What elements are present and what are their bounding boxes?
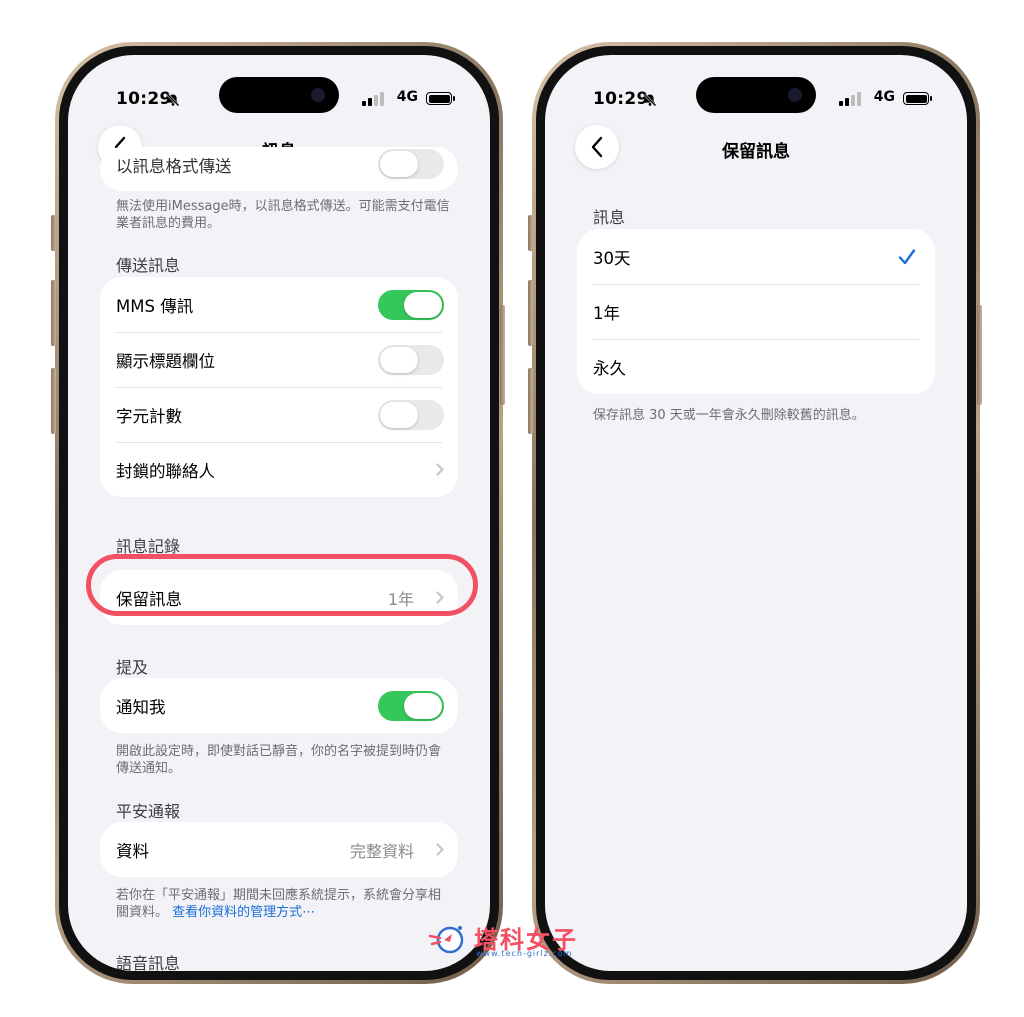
chevron-right-icon bbox=[431, 590, 444, 604]
option-label: 1年 bbox=[593, 303, 620, 323]
check-in-data-value: 完整資料 bbox=[349, 841, 414, 861]
subject-field-label: 顯示標題欄位 bbox=[116, 351, 215, 371]
option-30-days[interactable]: 30天 bbox=[577, 229, 935, 284]
notify-me-label: 通知我 bbox=[116, 697, 166, 717]
dynamic-island bbox=[219, 77, 339, 113]
check-in-data-row[interactable]: 資料 完整資料 bbox=[100, 822, 458, 877]
data-management-link[interactable]: 查看你資料的管理方式⋯ bbox=[172, 905, 315, 920]
status-bar: 10:29 4G bbox=[545, 55, 967, 115]
checkmark-icon bbox=[898, 248, 916, 264]
network-type: 4G bbox=[873, 89, 895, 105]
signal-icon bbox=[839, 92, 861, 106]
left-screen: 10:29 4G 以訊息格式傳送 無法使用iMessage時，以訊息格式傳送。可… bbox=[68, 55, 490, 971]
character-count-row[interactable]: 字元計數 bbox=[100, 387, 458, 442]
mms-toggle[interactable] bbox=[378, 289, 444, 320]
mms-row[interactable]: MMS 傳訊 bbox=[100, 277, 458, 332]
status-bar: 10:29 4G bbox=[68, 55, 490, 115]
option-1-year[interactable]: 1年 bbox=[577, 284, 935, 339]
volume-down-button bbox=[51, 368, 56, 434]
check-in-footnote: 若你在「平安通報」期間未回應系統提示，系統會分享相關資料。 查看你資料的管理方式… bbox=[116, 887, 450, 921]
battery-icon bbox=[426, 92, 455, 105]
volume-down-button bbox=[528, 368, 533, 434]
power-button bbox=[500, 305, 505, 405]
silent-bell-icon bbox=[643, 93, 657, 107]
network-type: 4G bbox=[396, 89, 418, 105]
action-button bbox=[51, 215, 56, 251]
page-title: 保留訊息 bbox=[722, 142, 790, 162]
status-time: 10:29 bbox=[116, 89, 172, 109]
chevron-right-icon bbox=[431, 462, 444, 476]
option-label: 30天 bbox=[593, 248, 631, 268]
keep-messages-row[interactable]: 保留訊息 1年 bbox=[100, 570, 458, 625]
option-label: 永久 bbox=[593, 358, 626, 378]
send-as-sms-toggle[interactable] bbox=[378, 149, 444, 179]
action-button bbox=[528, 215, 533, 251]
keep-messages-label: 保留訊息 bbox=[116, 589, 182, 609]
left-phone-frame: 10:29 4G 以訊息格式傳送 無法使用iMessage時，以訊息格式傳送。可… bbox=[55, 42, 503, 984]
audio-section-header: 語音訊息 bbox=[116, 954, 181, 971]
mms-label: MMS 傳訊 bbox=[116, 296, 194, 316]
keep-messages-value: 1年 bbox=[387, 589, 414, 609]
send-as-sms-row[interactable]: 以訊息格式傳送 bbox=[100, 147, 458, 191]
volume-up-button bbox=[528, 280, 533, 346]
check-in-data-label: 資料 bbox=[116, 841, 149, 861]
subject-field-toggle[interactable] bbox=[378, 344, 444, 375]
right-phone-frame: 10:29 4G 保留訊息 訊息 30天 1年 永久 保存訊息 30 天或一年會… bbox=[532, 42, 980, 984]
right-screen: 10:29 4G 保留訊息 訊息 30天 1年 永久 保存訊息 30 天或一年會… bbox=[545, 55, 967, 971]
send-section-header: 傳送訊息 bbox=[116, 256, 181, 275]
history-group: 保留訊息 1年 bbox=[100, 570, 458, 625]
rocket-logo-icon bbox=[428, 926, 464, 954]
battery-icon bbox=[903, 92, 932, 105]
sms-group: 以訊息格式傳送 bbox=[100, 147, 458, 191]
blocked-contacts-label: 封鎖的聯絡人 bbox=[116, 461, 215, 481]
send-settings-group: MMS 傳訊 顯示標題欄位 字元計數 封鎖的聯絡人 bbox=[100, 277, 458, 497]
dynamic-island bbox=[696, 77, 816, 113]
notify-me-toggle[interactable] bbox=[378, 690, 444, 721]
notify-me-row[interactable]: 通知我 bbox=[100, 678, 458, 733]
watermark-url: www.tech-girlz.com bbox=[476, 949, 573, 958]
signal-icon bbox=[362, 92, 384, 106]
status-time: 10:29 bbox=[593, 89, 649, 109]
history-section-header: 訊息記錄 bbox=[116, 537, 181, 556]
messages-section-header: 訊息 bbox=[593, 208, 626, 227]
subject-field-row[interactable]: 顯示標題欄位 bbox=[100, 332, 458, 387]
chevron-right-icon bbox=[431, 842, 444, 856]
mentions-section-header: 提及 bbox=[116, 658, 149, 677]
sms-footnote: 無法使用iMessage時，以訊息格式傳送。可能需支付電信業者訊息的費用。 bbox=[116, 199, 450, 231]
check-in-group: 資料 完整資料 bbox=[100, 822, 458, 877]
volume-up-button bbox=[51, 280, 56, 346]
send-as-sms-label: 以訊息格式傳送 bbox=[116, 157, 232, 176]
silent-bell-icon bbox=[166, 93, 180, 107]
mentions-group: 通知我 bbox=[100, 678, 458, 733]
mentions-footnote: 開啟此設定時，即使對話已靜音，你的名字被提到時仍會傳送通知。 bbox=[116, 744, 442, 776]
character-count-label: 字元計數 bbox=[116, 406, 182, 426]
power-button bbox=[977, 305, 982, 405]
blocked-contacts-row[interactable]: 封鎖的聯絡人 bbox=[100, 442, 458, 497]
character-count-toggle[interactable] bbox=[378, 399, 444, 430]
keep-options-group: 30天 1年 永久 bbox=[577, 229, 935, 394]
keep-messages-footnote: 保存訊息 30 天或一年會永久刪除較舊的訊息。 bbox=[593, 408, 865, 423]
check-in-section-header: 平安通報 bbox=[116, 802, 181, 821]
option-forever[interactable]: 永久 bbox=[577, 339, 935, 394]
